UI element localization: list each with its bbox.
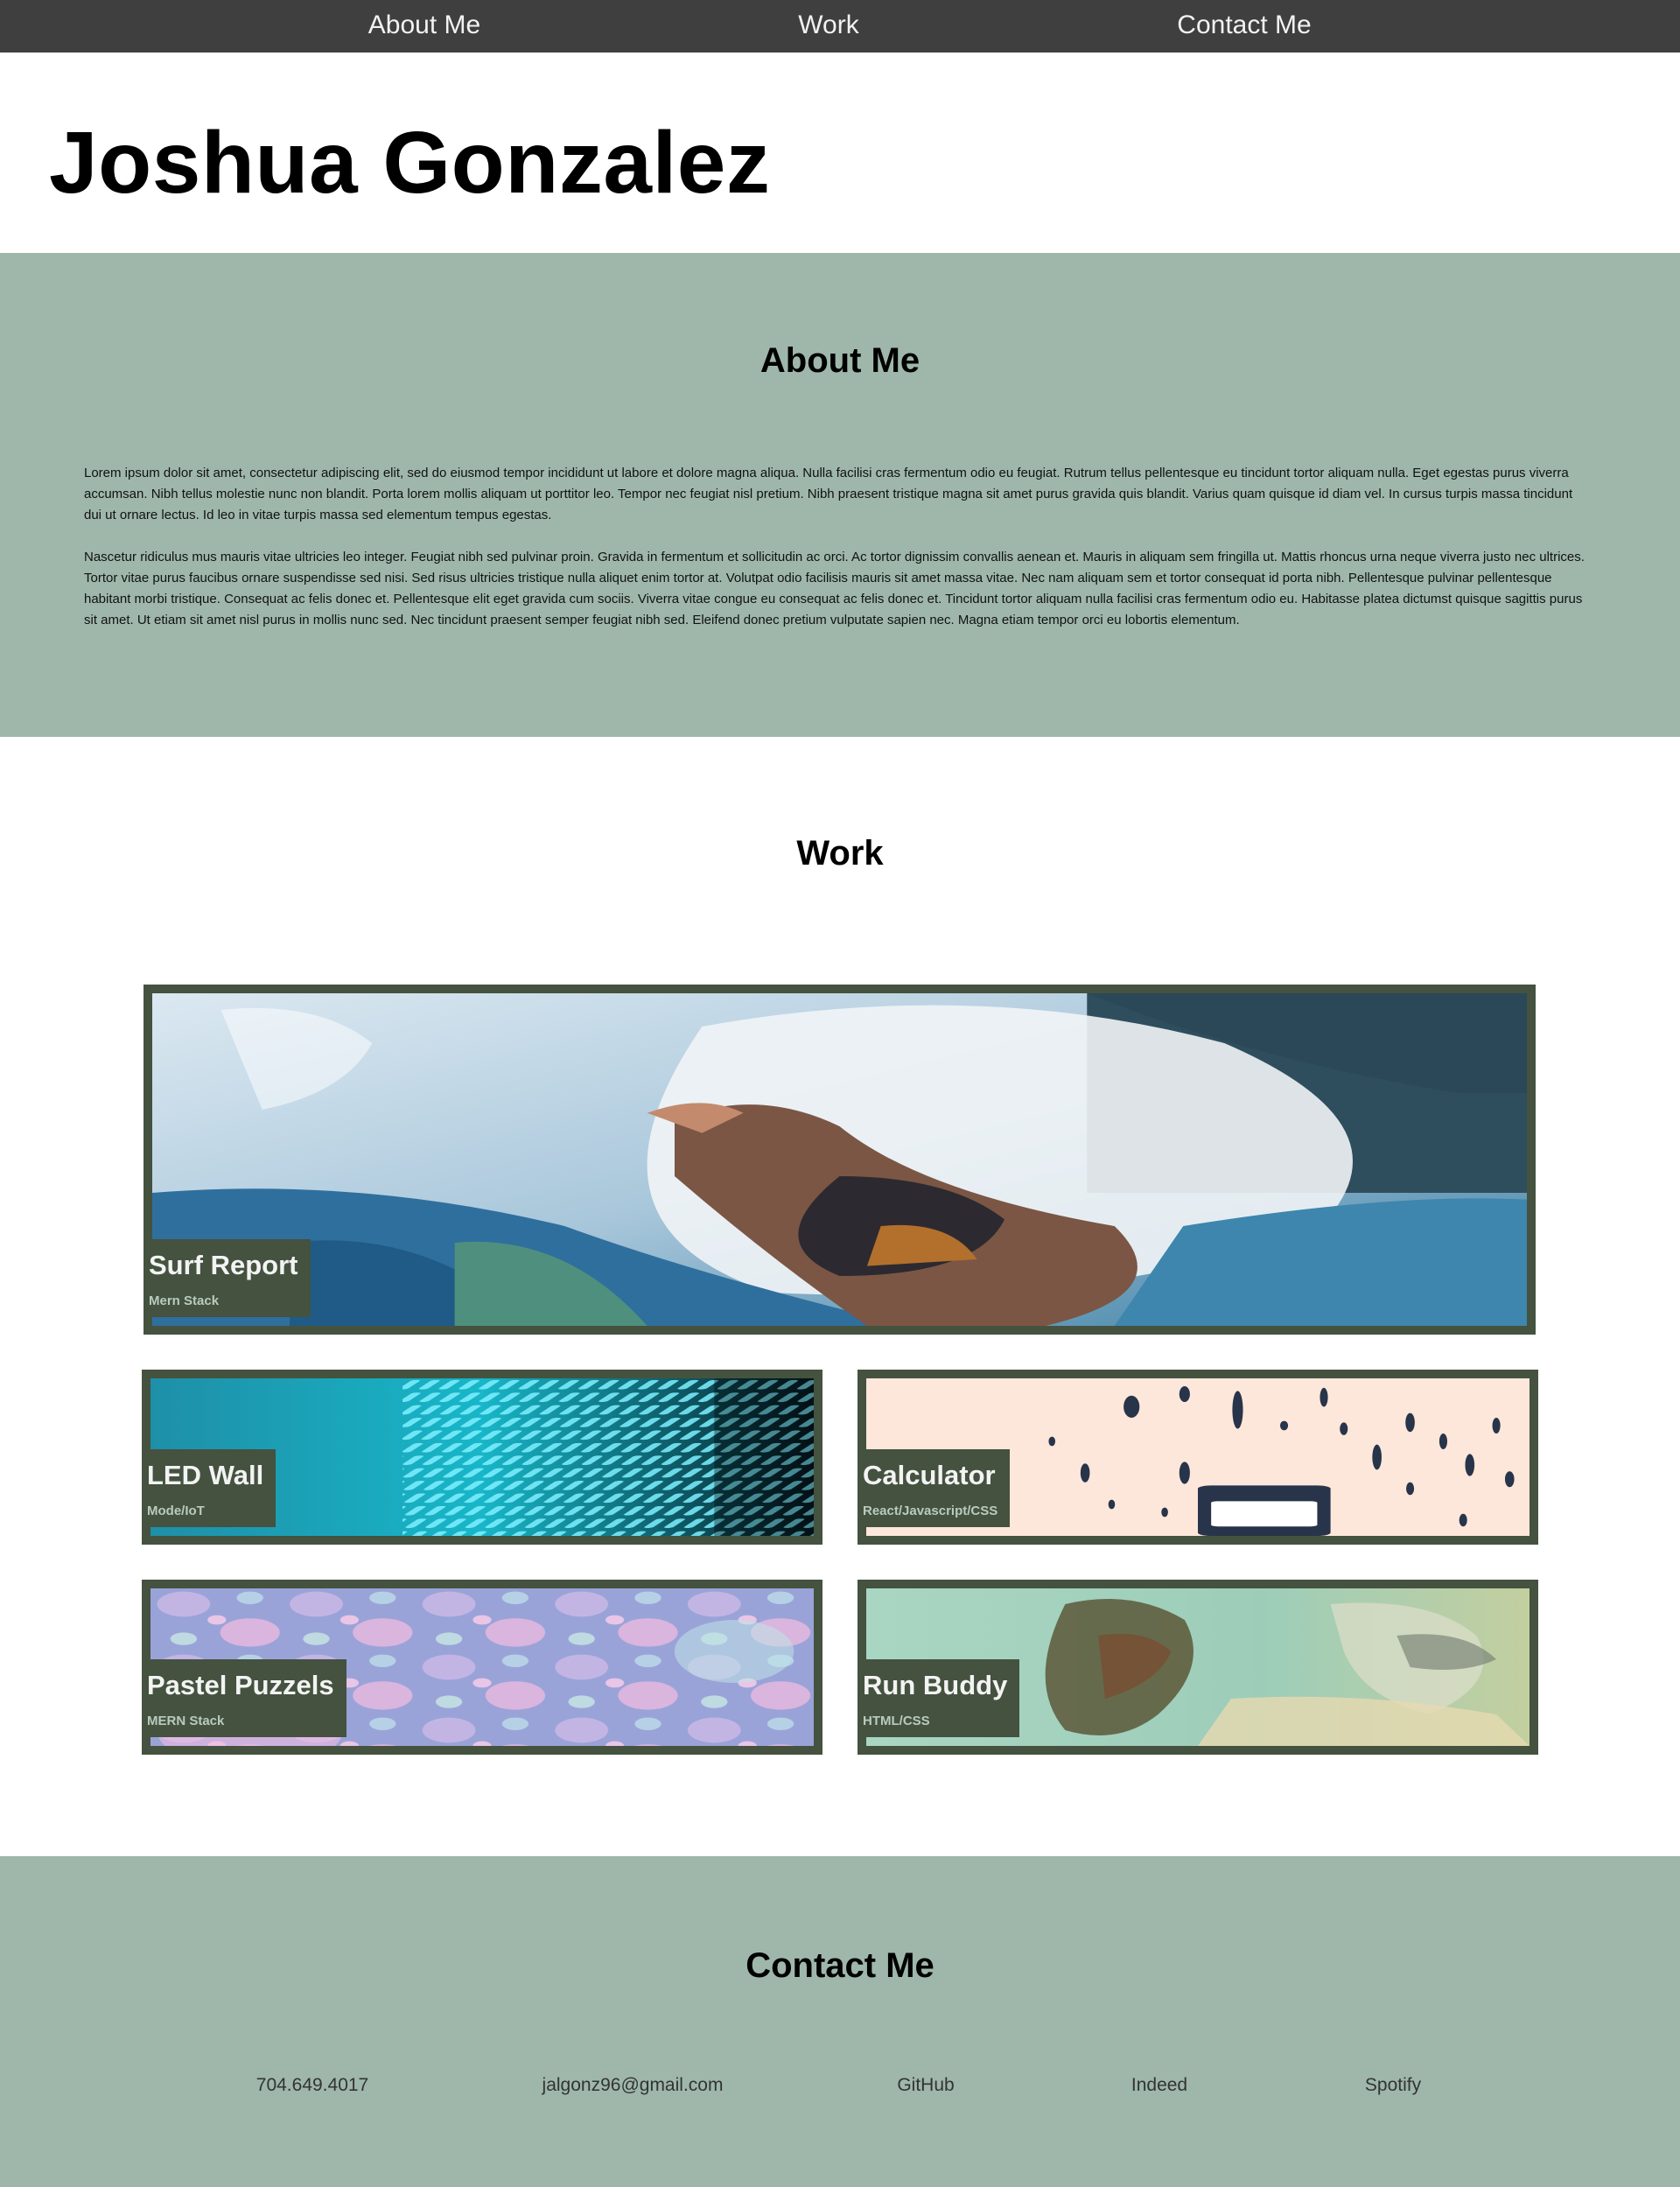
- contact-indeed-link[interactable]: Indeed: [1131, 2075, 1187, 2096]
- contact-email-link[interactable]: jalgonz96@gmail.com: [542, 2075, 724, 2096]
- project-title[interactable]: LED Wall: [147, 1460, 263, 1491]
- project-label: Run Buddy HTML/CSS: [858, 1659, 1020, 1737]
- contact-github-link[interactable]: GitHub: [897, 2075, 954, 2096]
- about-section: About Me Lorem ipsum dolor sit amet, con…: [0, 253, 1680, 737]
- work-heading: Work: [796, 834, 884, 873]
- project-title[interactable]: Calculator: [863, 1460, 998, 1491]
- contact-heading: Contact Me: [746, 1946, 934, 1985]
- project-label: Surf Report Mern Stack: [144, 1239, 311, 1317]
- work-section: Work Surf Report Mern Stack LED Wall Mod…: [0, 737, 1680, 1856]
- project-label: LED Wall Mode/IoT: [142, 1449, 276, 1527]
- project-stack: Mode/IoT: [147, 1504, 205, 1518]
- page-title: Joshua Gonzalez: [49, 114, 771, 212]
- project-title[interactable]: Surf Report: [149, 1250, 298, 1281]
- nav-link-work[interactable]: Work: [798, 11, 858, 40]
- contact-phone-link[interactable]: 704.649.4017: [256, 2075, 368, 2096]
- project-stack: HTML/CSS: [863, 1714, 930, 1728]
- nav-link-contact-me[interactable]: Contact Me: [1177, 11, 1311, 40]
- about-paragraph: Nascetur ridiculus mus mauris vitae ultr…: [84, 550, 1585, 627]
- project-card-run-buddy[interactable]: Run Buddy HTML/CSS: [858, 1580, 1538, 1755]
- contact-section: Contact Me 704.649.4017 jalgonz96@gmail.…: [0, 1856, 1680, 2187]
- project-label: Calculator React/Javascript/CSS: [858, 1449, 1011, 1527]
- project-image-surf-painting: [152, 993, 1527, 1326]
- about-paragraph: Lorem ipsum dolor sit amet, consectetur …: [84, 466, 1573, 522]
- about-heading: About Me: [760, 341, 920, 380]
- project-card-pastel-puzzels[interactable]: Pastel Puzzels MERN Stack: [142, 1580, 822, 1755]
- project-stack: MERN Stack: [147, 1714, 225, 1728]
- project-stack: React/Javascript/CSS: [863, 1504, 998, 1518]
- project-title[interactable]: Run Buddy: [863, 1670, 1007, 1701]
- project-card-calculator[interactable]: Calculator React/Javascript/CSS: [858, 1370, 1538, 1545]
- contact-spotify-link[interactable]: Spotify: [1365, 2075, 1421, 2096]
- project-label: Pastel Puzzels MERN Stack: [142, 1659, 346, 1737]
- project-card-surf-report[interactable]: Surf Report Mern Stack: [144, 985, 1536, 1335]
- project-stack: Mern Stack: [149, 1293, 220, 1308]
- top-nav: About Me Work Contact Me: [0, 0, 1680, 53]
- project-card-led-wall[interactable]: LED Wall Mode/IoT: [142, 1370, 822, 1545]
- page-header: Joshua Gonzalez: [0, 53, 1680, 253]
- project-title[interactable]: Pastel Puzzels: [147, 1670, 334, 1701]
- nav-link-about-me[interactable]: About Me: [368, 11, 480, 40]
